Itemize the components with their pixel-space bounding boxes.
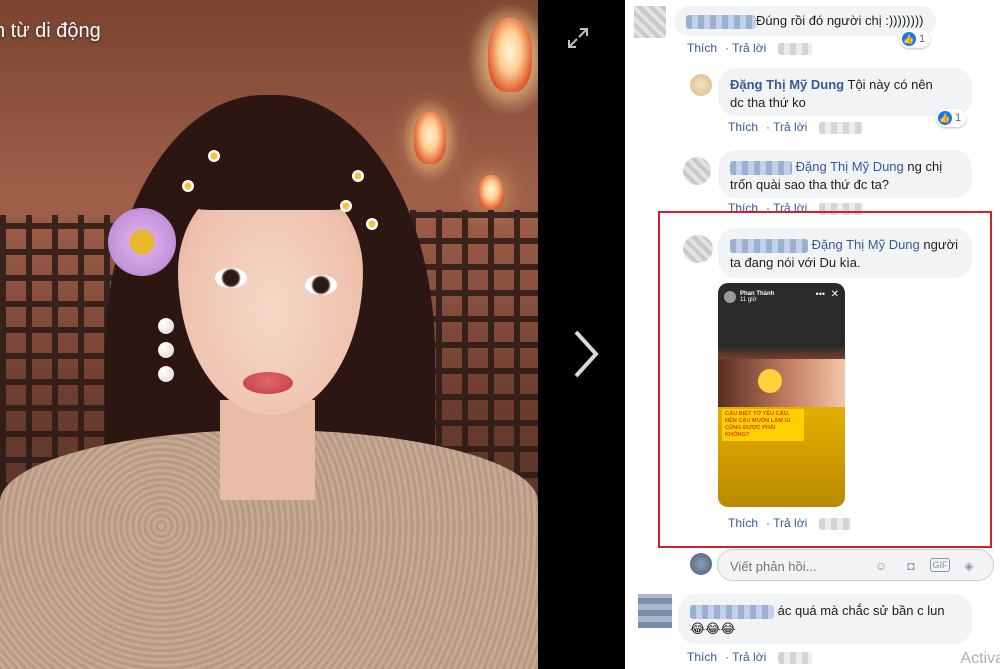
sticker-icon[interactable]: ◈ (960, 558, 978, 574)
reply-input[interactable] (730, 556, 870, 576)
photo-caption: n từ di động (0, 20, 101, 42)
like-count[interactable]: 👍 1 (900, 30, 931, 48)
earring-pearl (158, 342, 174, 358)
comment-actions: Thích · Trả lời (687, 650, 820, 664)
like-button[interactable]: Thích (728, 516, 758, 530)
hair-daisy (208, 150, 220, 162)
more-icon: ••• (815, 289, 825, 299)
chevron-right-icon[interactable] (568, 326, 604, 382)
comment-text: dc tha thứ ko (730, 95, 806, 110)
story-screenshot[interactable]: Phan Thành 11 giờ ••• ✕ CẬU BIẾT TỚ YÊU … (718, 283, 845, 507)
lantern (488, 18, 532, 92)
avatar (690, 553, 712, 575)
like-count[interactable]: 👍 1 (936, 109, 967, 127)
avatar[interactable] (634, 6, 666, 38)
photo[interactable] (0, 0, 538, 669)
emoji-icon[interactable]: ☺ (872, 558, 890, 574)
comment-bubble: Đặng Thị Mỹ Dung ng chị trốn quài sao th… (718, 150, 972, 198)
like-button[interactable]: Thích (687, 41, 717, 55)
neck (220, 400, 315, 500)
hair-daisy (352, 170, 364, 182)
blurred-name (686, 14, 756, 29)
blurred-time (777, 42, 812, 55)
emoji-row: 😂😂😂 (690, 621, 736, 636)
expand-icon[interactable] (566, 26, 590, 50)
eye-right (305, 275, 337, 295)
hair-daisy (366, 218, 378, 230)
photo-viewer: n từ di động (0, 0, 625, 669)
comment-bubble: ác quá mà chắc sử bần c lun 😂😂😂 (678, 594, 972, 644)
activation-watermark: Activa (960, 650, 1000, 667)
comment-text: Tội này có nên (847, 77, 933, 92)
comment-actions: Thích · Trả lời (728, 120, 871, 134)
like-icon: 👍 (938, 111, 952, 125)
blurred-time (818, 517, 851, 530)
hair-flower (108, 208, 176, 276)
comment-text: người (923, 237, 958, 252)
close-icon: ✕ (830, 289, 839, 300)
story-header: Phan Thành 11 giờ (724, 291, 774, 303)
reply-input-box[interactable]: ☺ ◘ GIF ◈ (717, 549, 994, 581)
emoji-sticker (758, 369, 782, 393)
story-avatar (724, 291, 736, 303)
comment-text: trốn quài sao tha thứ đc ta? (730, 177, 890, 192)
like-button[interactable]: Thích (687, 650, 717, 664)
reply-button[interactable]: Trả lời (773, 516, 807, 530)
comment-author[interactable]: Đặng Thị Mỹ Dung (730, 77, 844, 92)
like-icon: 👍 (902, 32, 916, 46)
hair-daisy (340, 200, 352, 212)
comment-text: ác quá mà chắc sử bần c lun (777, 603, 945, 618)
comment-text: Đúng rồi đó người chị :)))))))) (756, 13, 924, 28)
blurred-time (818, 121, 863, 134)
eye-left (215, 268, 247, 288)
avatar[interactable] (638, 594, 672, 628)
reply-button[interactable]: Trả lời (732, 650, 766, 664)
avatar[interactable] (683, 157, 711, 185)
blurred-name (730, 238, 808, 253)
comment-actions: Thích · Trả lời (728, 516, 859, 530)
reply-button[interactable]: Trả lời (732, 41, 766, 55)
blurred-time (777, 651, 812, 664)
lantern (478, 175, 504, 209)
story-caption: CẬU BIẾT TỚ YÊU CẬU, NÊN CẬU MUỐN LÀM GÌ… (722, 409, 804, 441)
lantern (414, 112, 446, 164)
comment-text: ta đang nói với Du kìa. (730, 255, 861, 270)
tagged-user[interactable]: Đặng Thị Mỹ Dung (812, 237, 920, 252)
avatar[interactable] (683, 235, 713, 263)
blurred-name (690, 604, 774, 619)
camera-icon[interactable]: ◘ (902, 558, 920, 574)
comment-bubble: Đặng Thị Mỹ Dung người ta đang nói với D… (718, 228, 972, 278)
like-button[interactable]: Thích (728, 120, 758, 134)
reply-button[interactable]: Trả lời (773, 120, 807, 134)
blurred-name (730, 160, 792, 175)
avatar[interactable] (690, 74, 712, 96)
comment-bubble: Đặng Thị Mỹ Dung Tội này có nên dc tha t… (718, 68, 972, 116)
comment-bubble: Đúng rồi đó người chị :)))))))) (674, 6, 936, 36)
earring-pearl (158, 366, 174, 382)
story-time: 11 giờ (740, 297, 757, 303)
gif-icon[interactable]: GIF (930, 558, 950, 572)
lips (243, 372, 293, 394)
comment-text: ng chị (907, 159, 943, 174)
earring-pearl (158, 318, 174, 334)
bangs (170, 130, 370, 210)
comment-actions: Thích · Trả lời (687, 41, 820, 55)
tagged-user[interactable]: Đặng Thị Mỹ Dung (796, 159, 904, 174)
hair-daisy (182, 180, 194, 192)
